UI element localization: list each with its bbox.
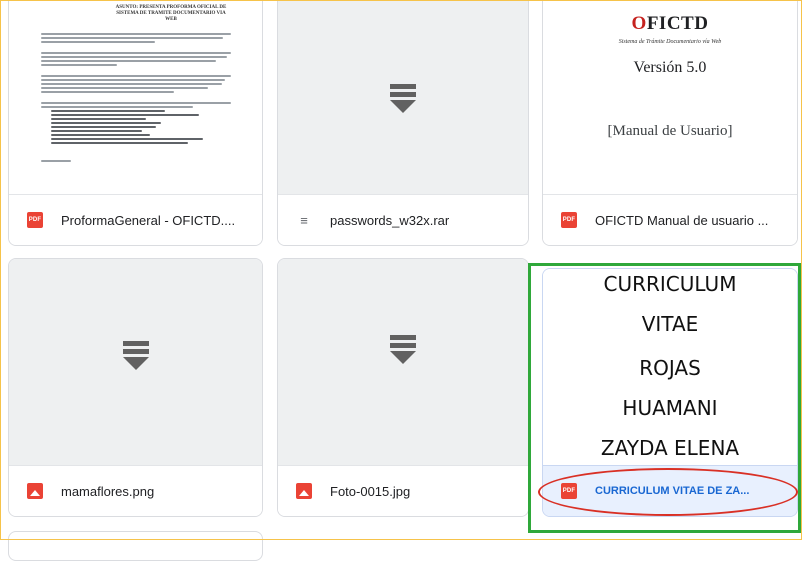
file-caption[interactable]: ≡ passwords_w32x.rar	[278, 194, 528, 245]
document-manual-label: [Manual de Usuario]	[607, 123, 733, 139]
image-icon	[296, 483, 312, 499]
file-thumbnail	[278, 259, 528, 468]
cv-line: ROJAS	[639, 356, 701, 380]
file-thumbnail	[9, 259, 262, 468]
file-caption[interactable]: PDF ProformaGeneral - OFICTD....	[9, 194, 262, 245]
pdf-icon: PDF	[27, 212, 43, 228]
file-thumbnail: OFICTD Sistema de Trámite Documentario v…	[543, 0, 797, 197]
file-thumbnail: ASUNTO: PRESENTA PROFORMA OFICIAL DE SIS…	[9, 0, 262, 197]
document-version: Versión 5.0	[633, 59, 707, 76]
pdf-icon: PDF	[561, 212, 577, 228]
cv-line: HUAMANI	[622, 396, 718, 420]
document-preview: ASUNTO: PRESENTA PROFORMA OFICIAL DE SIS…	[41, 0, 231, 164]
file-name: ProformaGeneral - OFICTD....	[61, 212, 236, 228]
document-logo: OFICTD	[631, 13, 709, 34]
cv-line: VITAE	[641, 312, 699, 336]
file-card-curriculum[interactable]: CURRICULUM VITAE ROJAS HUAMANI ZAYDA ELE…	[542, 268, 798, 517]
cv-line: ZAYDA ELENA	[600, 436, 740, 460]
archive-icon: ≡	[300, 212, 308, 228]
image-icon	[27, 483, 43, 499]
file-caption[interactable]: PDF CURRICULUM VITAE DE ZA...	[543, 465, 797, 516]
document-logo-rest: FICTD	[646, 13, 709, 34]
file-card-foto[interactable]: Foto-0015.jpg	[277, 258, 529, 517]
file-thumbnail: CURRICULUM VITAE ROJAS HUAMANI ZAYDA ELE…	[543, 269, 797, 468]
archive-placeholder-icon	[390, 84, 416, 113]
file-name: CURRICULUM VITAE DE ZA...	[595, 485, 750, 497]
file-card-proforma[interactable]: ASUNTO: PRESENTA PROFORMA OFICIAL DE SIS…	[8, 0, 263, 246]
document-header: ASUNTO: PRESENTA PROFORMA OFICIAL DE SIS…	[115, 5, 227, 22]
file-card-passwords[interactable]: ≡ passwords_w32x.rar	[277, 0, 529, 246]
file-caption[interactable]: PDF OFICTD Manual de usuario ...	[543, 194, 797, 245]
file-name: mamaflores.png	[61, 483, 155, 499]
cv-line: CURRICULUM	[603, 272, 737, 296]
file-name: OFICTD Manual de usuario ...	[595, 212, 769, 228]
pdf-icon: PDF	[561, 483, 577, 499]
file-card-manual[interactable]: OFICTD Sistema de Trámite Documentario v…	[542, 0, 798, 246]
image-placeholder-icon	[390, 335, 416, 364]
file-name: Foto-0015.jpg	[330, 483, 411, 499]
document-subtitle: Sistema de Trámite Documentario vía Web	[618, 39, 722, 45]
file-thumbnail	[278, 0, 528, 197]
file-caption[interactable]: Foto-0015.jpg	[278, 465, 528, 516]
file-name: passwords_w32x.rar	[330, 212, 450, 228]
file-card-partial[interactable]	[8, 531, 263, 561]
file-caption[interactable]: mamaflores.png	[9, 465, 262, 516]
file-card-mamaflores[interactable]: mamaflores.png	[8, 258, 263, 517]
image-placeholder-icon	[122, 341, 149, 370]
